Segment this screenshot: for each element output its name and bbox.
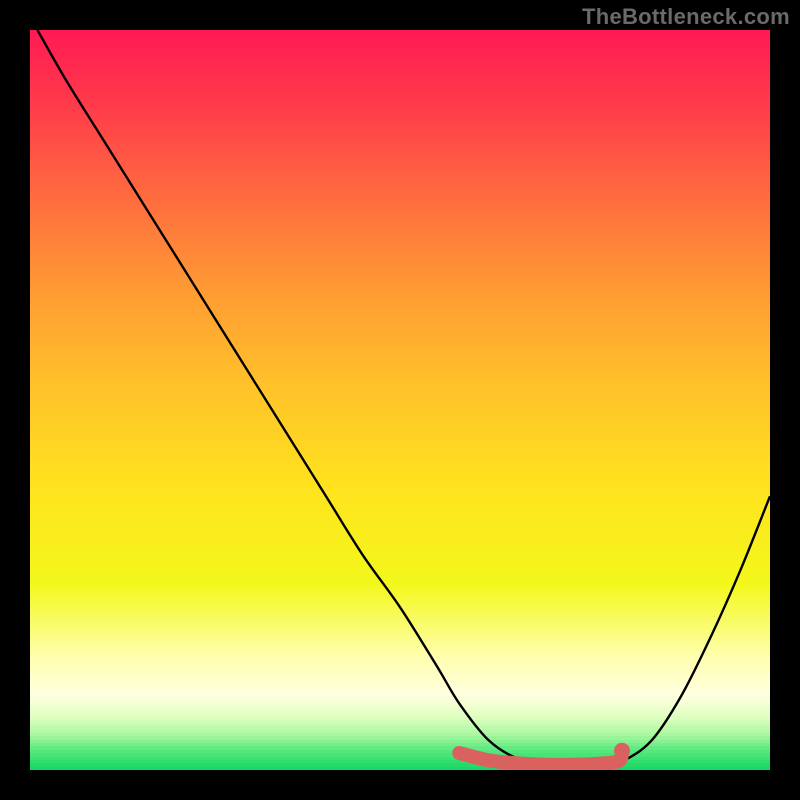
bottleneck-curve (37, 30, 770, 766)
curve-layer (30, 30, 770, 770)
optimal-marker-end-dot (614, 743, 630, 759)
plot-area (30, 30, 770, 770)
attribution-text: TheBottleneck.com (582, 4, 790, 30)
optimal-marker (459, 751, 622, 765)
chart-frame: TheBottleneck.com (0, 0, 800, 800)
